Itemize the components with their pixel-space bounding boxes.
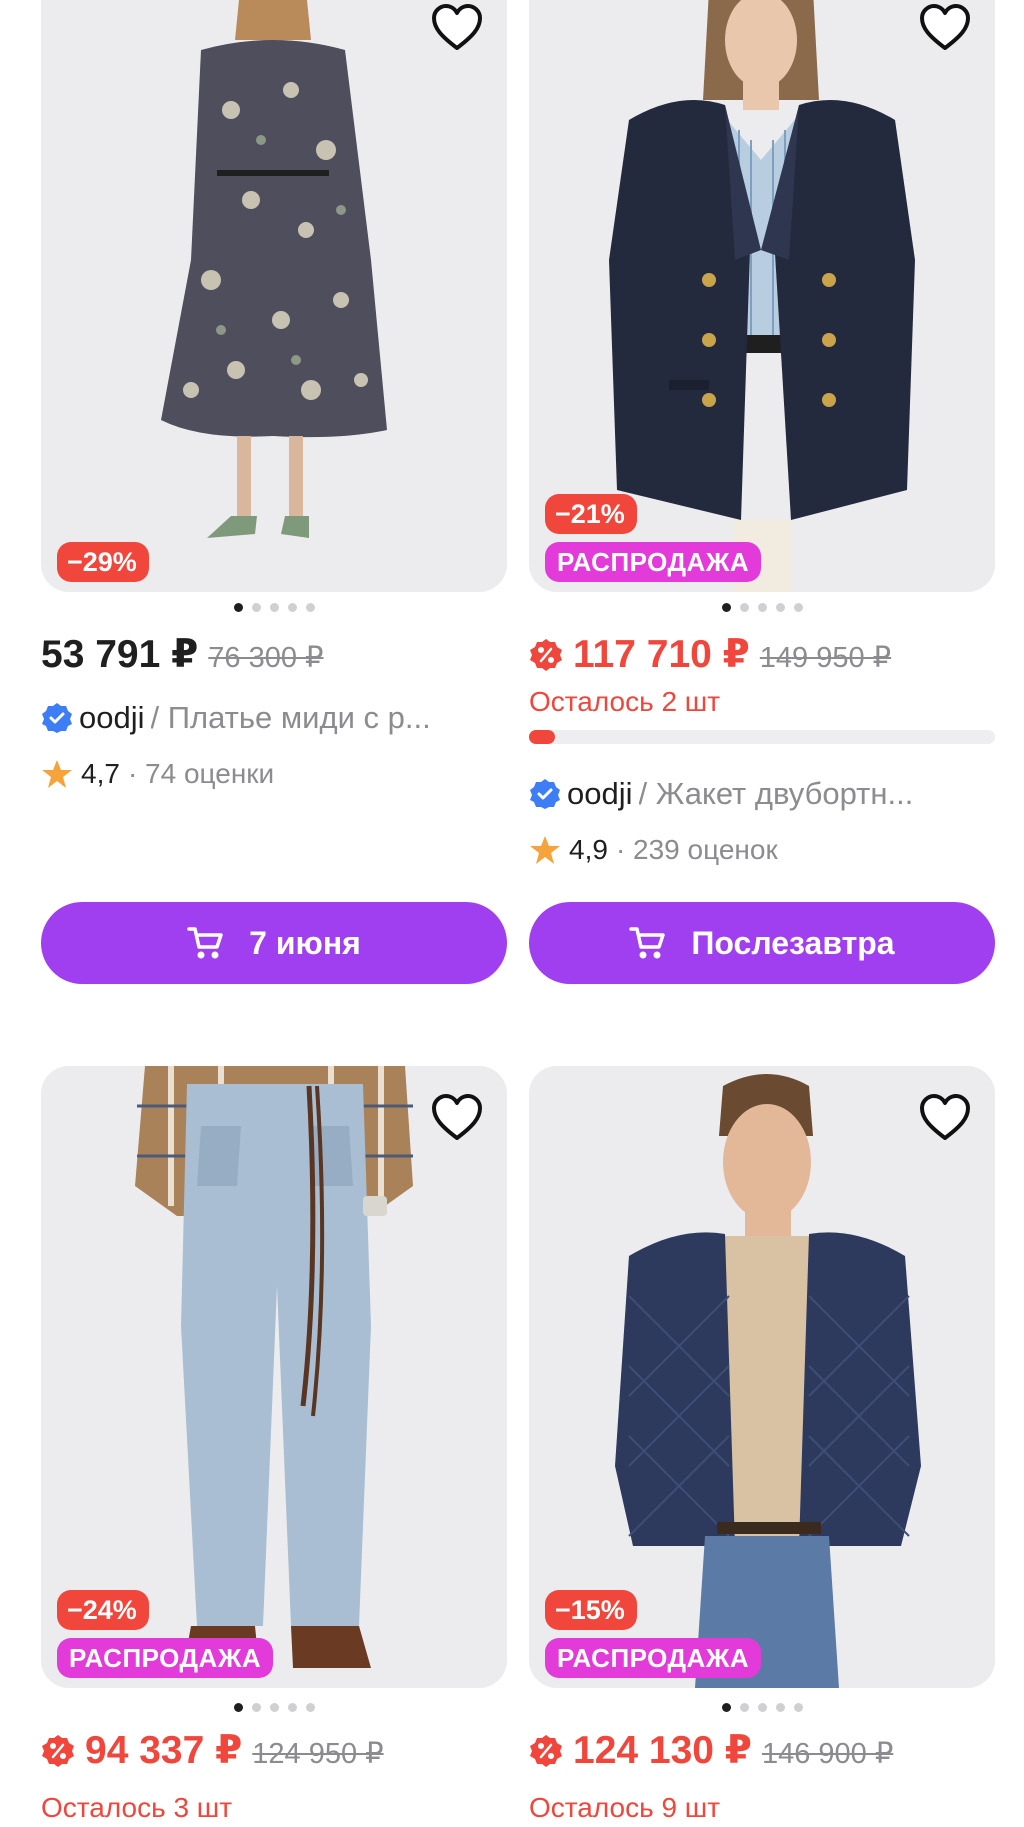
sale-badge: РАСПРОДАЖА bbox=[545, 1638, 762, 1678]
rating-row: 4,7 · 74 оценки bbox=[41, 758, 274, 790]
old-price: 124 950 ₽ bbox=[252, 1738, 384, 1770]
heart-outline-icon bbox=[920, 1094, 970, 1140]
stock-left-text: Осталось 2 шт bbox=[529, 686, 721, 717]
carousel-dot bbox=[269, 603, 279, 612]
reviews-count: · 239 оценок bbox=[615, 834, 778, 865]
product-card[interactable]: −21% РАСПРОДАЖА 117 710 ₽ 149 950 ₽ Оста… bbox=[529, 0, 995, 990]
carousel-dot bbox=[287, 1703, 297, 1712]
brand-title-row[interactable]: oodji / Платье миди с р... bbox=[41, 700, 507, 736]
cart-icon bbox=[187, 927, 223, 959]
add-to-cart-button[interactable]: 7 июня bbox=[41, 902, 507, 984]
carousel-dot bbox=[305, 1703, 315, 1712]
product-photo[interactable]: −15% РАСПРОДАЖА bbox=[529, 1066, 995, 1688]
carousel-dot bbox=[757, 603, 767, 612]
carousel-dot bbox=[721, 1703, 731, 1712]
stock-left-text: Осталось 3 шт bbox=[41, 1792, 233, 1823]
current-price: 117 710 ₽ bbox=[573, 633, 750, 676]
carousel-dot bbox=[793, 603, 803, 612]
discount-badge: −29% bbox=[57, 542, 149, 582]
carousel-dot bbox=[775, 603, 785, 612]
favorite-button[interactable] bbox=[917, 2, 973, 54]
current-price: 94 337 ₽ bbox=[85, 1729, 243, 1772]
photo-carousel-dots[interactable] bbox=[41, 1703, 507, 1712]
old-price: 146 900 ₽ bbox=[761, 1738, 894, 1770]
product-image-dress bbox=[41, 0, 507, 592]
product-title: / Платье миди с р... bbox=[150, 700, 431, 735]
rating-row: 4,9 · 239 оценок bbox=[529, 834, 778, 866]
carousel-dot bbox=[251, 1703, 261, 1712]
price-row: 117 710 ₽ 149 950 ₽ bbox=[529, 632, 891, 677]
verified-check-icon bbox=[530, 779, 560, 809]
carousel-dot bbox=[287, 603, 297, 612]
product-photo[interactable]: −24% РАСПРОДАЖА bbox=[41, 1066, 507, 1688]
sale-badge: РАСПРОДАЖА bbox=[545, 542, 762, 582]
carousel-dot bbox=[739, 603, 749, 612]
discount-badge: −15% bbox=[545, 1590, 637, 1630]
carousel-dot bbox=[251, 603, 261, 612]
percent-promo-icon bbox=[42, 1734, 74, 1767]
favorite-button[interactable] bbox=[917, 1092, 973, 1144]
rating-value: 4,7 bbox=[81, 758, 120, 789]
photo-carousel-dots[interactable] bbox=[41, 603, 507, 612]
carousel-dot bbox=[793, 1703, 803, 1712]
stock-progress-bar bbox=[529, 730, 995, 744]
price-row: 53 791 ₽ 76 300 ₽ bbox=[41, 632, 323, 677]
photo-carousel-dots[interactable] bbox=[529, 603, 995, 612]
discount-badge: −24% bbox=[57, 1590, 149, 1630]
product-photo[interactable]: −21% РАСПРОДАЖА bbox=[529, 0, 995, 592]
price-row: 124 130 ₽ 146 900 ₽ bbox=[529, 1728, 893, 1773]
reviews-count: · 74 оценки bbox=[127, 758, 275, 789]
heart-outline-icon bbox=[432, 4, 482, 50]
percent-promo-icon bbox=[530, 638, 562, 671]
discount-badge: −21% bbox=[545, 494, 637, 534]
star-icon bbox=[42, 760, 72, 788]
brand-name: oodji bbox=[567, 776, 633, 811]
product-photo[interactable]: −29% bbox=[41, 0, 507, 592]
sale-badge: РАСПРОДАЖА bbox=[57, 1638, 274, 1678]
carousel-dot bbox=[233, 1703, 243, 1712]
carousel-dot bbox=[721, 603, 731, 612]
delivery-date-label: 7 июня bbox=[249, 924, 361, 961]
badges: −29% bbox=[57, 542, 149, 582]
stock-left-text: Осталось 9 шт bbox=[529, 1792, 721, 1823]
carousel-dot bbox=[233, 603, 243, 612]
badges: −24% РАСПРОДАЖА bbox=[57, 1590, 274, 1678]
heart-outline-icon bbox=[920, 4, 970, 50]
product-title: / Жакет двубортн... bbox=[638, 776, 914, 811]
badges: −15% РАСПРОДАЖА bbox=[545, 1590, 762, 1678]
verified-check-icon bbox=[42, 703, 72, 733]
add-to-cart-button[interactable]: Послезавтра bbox=[529, 902, 995, 984]
star-icon bbox=[530, 836, 560, 864]
product-card[interactable]: −24% РАСПРОДАЖА 94 337 ₽ 124 950 ₽ Остал… bbox=[41, 1066, 507, 1827]
current-price: 124 130 ₽ bbox=[573, 1729, 752, 1772]
product-card[interactable]: −15% РАСПРОДАЖА 124 130 ₽ 146 900 ₽ Оста… bbox=[529, 1066, 995, 1827]
brand-title-row[interactable]: oodji / Жакет двубортн... bbox=[529, 776, 995, 812]
favorite-button[interactable] bbox=[429, 2, 485, 54]
price-row: 94 337 ₽ 124 950 ₽ bbox=[41, 1728, 384, 1773]
heart-outline-icon bbox=[432, 1094, 482, 1140]
carousel-dot bbox=[269, 1703, 279, 1712]
brand-name: oodji bbox=[79, 700, 145, 735]
carousel-dot bbox=[305, 603, 315, 612]
carousel-dot bbox=[757, 1703, 767, 1712]
percent-promo-icon bbox=[530, 1734, 562, 1767]
cart-icon bbox=[629, 927, 666, 959]
carousel-dot bbox=[775, 1703, 785, 1712]
product-card[interactable]: −29% 53 791 ₽ 76 300 ₽ oodji / Платье ми… bbox=[41, 0, 507, 990]
old-price: 149 950 ₽ bbox=[759, 642, 892, 674]
delivery-date-label: Послезавтра bbox=[691, 924, 895, 961]
old-price: 76 300 ₽ bbox=[208, 642, 324, 674]
current-price: 53 791 ₽ bbox=[41, 633, 199, 676]
photo-carousel-dots[interactable] bbox=[529, 1703, 995, 1712]
rating-value: 4,9 bbox=[569, 834, 608, 865]
stock-progress-fill bbox=[529, 730, 555, 744]
favorite-button[interactable] bbox=[429, 1092, 485, 1144]
badges: −21% РАСПРОДАЖА bbox=[545, 494, 762, 582]
carousel-dot bbox=[739, 1703, 749, 1712]
